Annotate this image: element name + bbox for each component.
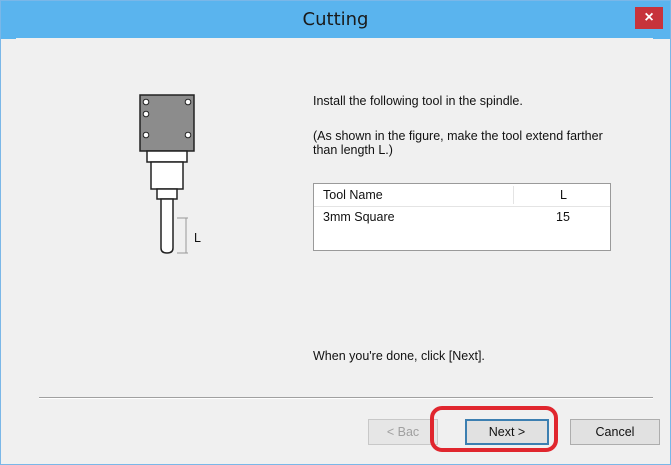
bolt-mid-left	[142, 110, 150, 118]
cancel-button[interactable]: Cancel	[570, 419, 660, 445]
table-row[interactable]: 3mm Square 15	[314, 207, 610, 227]
title-bar: Cutting ×	[1, 1, 670, 39]
tool-bit	[160, 198, 174, 254]
collet-nut	[156, 188, 178, 200]
column-header-l[interactable]: L	[560, 188, 567, 202]
cell-length: 15	[556, 210, 570, 224]
cell-tool-name: 3mm Square	[323, 210, 395, 224]
bolt-bottom-right	[184, 131, 192, 139]
instruction-line-2b: than length L.)	[313, 143, 393, 157]
column-divider	[513, 186, 514, 204]
spindle-tool-figure	[139, 94, 195, 254]
back-button[interactable]: < Bac	[368, 419, 438, 445]
bolt-top-right	[184, 98, 192, 106]
tool-table: Tool Name L 3mm Square 15	[313, 183, 611, 251]
next-button-highlight	[430, 406, 558, 452]
window-title: Cutting	[302, 9, 369, 30]
column-header-tool-name[interactable]: Tool Name	[323, 188, 383, 202]
done-instruction: When you're done, click [Next].	[313, 349, 485, 363]
spindle-collet	[150, 161, 184, 190]
button-separator-highlight	[39, 398, 653, 399]
table-header: Tool Name L	[314, 184, 610, 207]
instruction-line-2a: (As shown in the figure, make the tool e…	[313, 129, 603, 143]
spindle-neck	[146, 150, 188, 163]
bolt-bottom-left	[142, 131, 150, 139]
bolt-top-left	[142, 98, 150, 106]
close-button[interactable]: ×	[635, 7, 663, 29]
length-label: L	[194, 231, 201, 245]
instruction-line-1: Install the following tool in the spindl…	[313, 94, 523, 108]
